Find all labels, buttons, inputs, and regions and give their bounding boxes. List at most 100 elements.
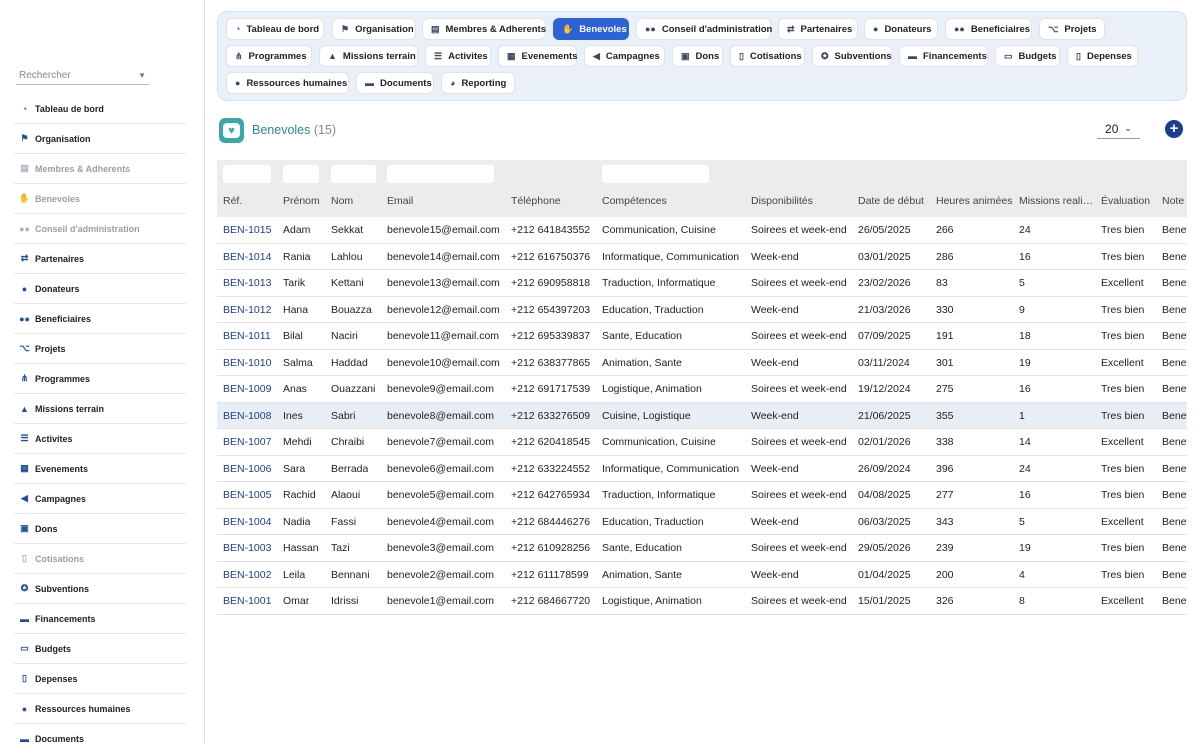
ref-link[interactable]: BEN-1010 [223,357,271,369]
sidebar-item-activites[interactable]: ☰ Activites [14,424,186,454]
tab-subventions[interactable]: ✪ Subventions [812,45,892,67]
tab-organisation[interactable]: ⚑ Organisation [332,18,416,40]
column-header[interactable]: Date de début [858,195,924,207]
sidebar-item-programmes[interactable]: ⋔ Programmes [14,364,186,394]
sidebar-item-campagnes[interactable]: ◀ Campagnes [14,484,186,514]
ref-link[interactable]: BEN-1006 [223,463,271,475]
plus-circle-icon[interactable]: + [1165,120,1183,138]
tab-label: Partenaires [800,23,853,35]
tab-dons[interactable]: ▣ Dons [672,45,723,67]
table-row[interactable]: BEN-1008 Ines Sabri benevole8@email.com +212… [217,402,1187,429]
gift-icon: ▣ [20,523,29,533]
ref-link[interactable]: BEN-1008 [223,410,271,422]
sidebar-item-budgets[interactable]: ▭ Budgets [14,634,186,664]
ref-link[interactable]: BEN-1015 [223,224,271,236]
tab-reporting[interactable]: ◕ Reporting [441,72,515,94]
table-row[interactable]: BEN-1015 Adam Sekkat benevole15@email.com +2… [217,217,1187,244]
filter-input-nom[interactable] [331,165,376,183]
page-size-select[interactable]: 20 ⌄ [1097,119,1140,139]
column-header[interactable]: Nom [331,195,353,207]
tab-depenses[interactable]: ▯ Depenses [1067,45,1138,67]
ref-link[interactable]: BEN-1009 [223,383,271,395]
column-header[interactable]: Prénom [283,195,320,207]
sidebar-item-cotisations[interactable]: ▯ Cotisations [14,544,186,574]
table-row[interactable]: BEN-1003 Hassan Tazi benevole3@email.com +21… [217,535,1187,562]
filter-input-competences[interactable] [602,165,709,183]
tab-activites[interactable]: ☰ Activites [425,45,491,67]
tab-tableau-de-bord[interactable]: ◔ Tableau de bord [226,18,324,40]
column-header[interactable]: Évaluation [1101,195,1150,207]
tab-cotisations[interactable]: ▯ Cotisations [730,45,805,67]
ref-link[interactable]: BEN-1013 [223,277,271,289]
table-cell: 03/11/2024 [858,356,910,369]
tab-budgets[interactable]: ▭ Budgets [995,45,1060,67]
ref-link[interactable]: BEN-1012 [223,304,271,316]
sidebar-item-documents[interactable]: ▬ Documents [14,724,186,743]
table-row[interactable]: BEN-1011 Bilal Naciri benevole11@email.com +… [217,323,1187,350]
table-row[interactable]: BEN-1004 Nadia Fassi benevole4@email.com +21… [217,509,1187,535]
column-header[interactable]: Missions realisees [1019,195,1097,207]
table-row[interactable]: BEN-1006 Sara Berrada benevole6@email.com +2… [217,456,1187,482]
table-row[interactable]: BEN-1002 Leila Bennani benevole2@email.com +… [217,562,1187,588]
sidebar-item-beneficiaires[interactable]: ●● Beneficiaires [14,304,186,334]
sidebar-item-donateurs[interactable]: ● Donateurs [14,274,186,304]
ref-link[interactable]: BEN-1003 [223,542,271,554]
tab-financements[interactable]: ▬ Financements [899,45,988,67]
filter-input-prenom[interactable] [283,165,319,183]
sidebar-item-missions-terrain[interactable]: ▲ Missions terrain [14,394,186,424]
sidebar-item-projets[interactable]: ⌥ Projets [14,334,186,364]
sidebar-item-depenses[interactable]: ▯ Depenses [14,664,186,694]
tab-projets[interactable]: ⌥ Projets [1039,18,1105,40]
tab-conseil-d-administration[interactable]: ●● Conseil d'administration [636,18,772,40]
ref-link[interactable]: BEN-1001 [223,595,271,607]
sidebar-item-benevoles[interactable]: ✋ Benevoles [14,184,186,214]
sidebar-item-organisation[interactable]: ⚑ Organisation [14,124,186,154]
ref-link[interactable]: BEN-1004 [223,516,271,528]
table-row[interactable]: BEN-1010 Salma Haddad benevole10@email.com +… [217,350,1187,376]
column-header[interactable]: Email [387,195,413,207]
column-header[interactable]: Réf. [223,195,242,207]
tab-partenaires[interactable]: ⇄ Partenaires [778,18,858,40]
ref-link[interactable]: BEN-1014 [223,251,271,263]
table-row[interactable]: BEN-1001 Omar Idrissi benevole1@email.com +2… [217,588,1187,615]
tab-documents[interactable]: ▬ Documents [356,72,434,94]
column-header[interactable]: Note [1162,195,1184,207]
tab-programmes[interactable]: ⋔ Programmes [226,45,312,67]
sidebar-item-partenaires[interactable]: ⇄ Partenaires [14,244,186,274]
ref-link[interactable]: BEN-1011 [223,330,271,342]
tab-campagnes[interactable]: ◀ Campagnes [584,45,665,67]
sidebar-item-dons[interactable]: ▣ Dons [14,514,186,544]
sidebar-item-subventions[interactable]: ✪ Subventions [14,574,186,604]
sidebar-item-tableau-de-bord[interactable]: ◔ Tableau de bord [14,94,186,124]
column-header[interactable]: Disponibilités [751,195,813,207]
sidebar-item-evenements[interactable]: ▦ Evenements [14,454,186,484]
tab-membres-adherents[interactable]: ▤ Membres & Adherents [422,18,546,40]
table-row[interactable]: BEN-1014 Rania Lahlou benevole14@email.com +… [217,244,1187,270]
receipt-icon: ▯ [739,50,744,61]
tab-missions-terrain[interactable]: ▲ Missions terrain [319,45,418,67]
tab-beneficiaires[interactable]: ●● Beneficiaires [945,18,1032,40]
sidebar-item-conseil-d-administration[interactable]: ●● Conseil d'administration [14,214,186,244]
ref-link[interactable]: BEN-1002 [223,569,271,581]
tab-benevoles[interactable]: ✋ Benevoles [553,18,629,40]
search-select[interactable]: Rechercher ▼ [16,67,149,85]
tab-donateurs[interactable]: ● Donateurs [864,18,938,40]
table-row[interactable]: BEN-1005 Rachid Alaoui benevole5@email.com +… [217,482,1187,509]
sidebar-item-membres-adherents[interactable]: ▤ Membres & Adherents [14,154,186,184]
table-row[interactable]: BEN-1007 Mehdi Chraibi benevole7@email.com +… [217,429,1187,456]
column-header[interactable]: Heures animées [936,195,1012,207]
filter-input-email[interactable] [387,165,494,183]
column-header[interactable]: Compétences [602,195,667,207]
table-cell: Soirees et week-end [751,489,847,501]
table-row[interactable]: BEN-1009 Anas Ouazzani benevole9@email.com +… [217,376,1187,403]
tab-evenements[interactable]: ▦ Evenements [498,45,578,67]
table-row[interactable]: BEN-1013 Tarik Kettani benevole13@email.com… [217,270,1187,297]
tab-ressources-humaines[interactable]: ● Ressources humaines [226,72,349,94]
sidebar-item-ressources-humaines[interactable]: ● Ressources humaines [14,694,186,724]
filter-input-ref[interactable] [223,165,271,183]
ref-link[interactable]: BEN-1005 [223,489,271,501]
column-header[interactable]: Téléphone [511,195,561,207]
ref-link[interactable]: BEN-1007 [223,436,271,448]
table-row[interactable]: BEN-1012 Hana Bouazza benevole12@email.com +… [217,297,1187,323]
sidebar-item-financements[interactable]: ▬ Financements [14,604,186,634]
